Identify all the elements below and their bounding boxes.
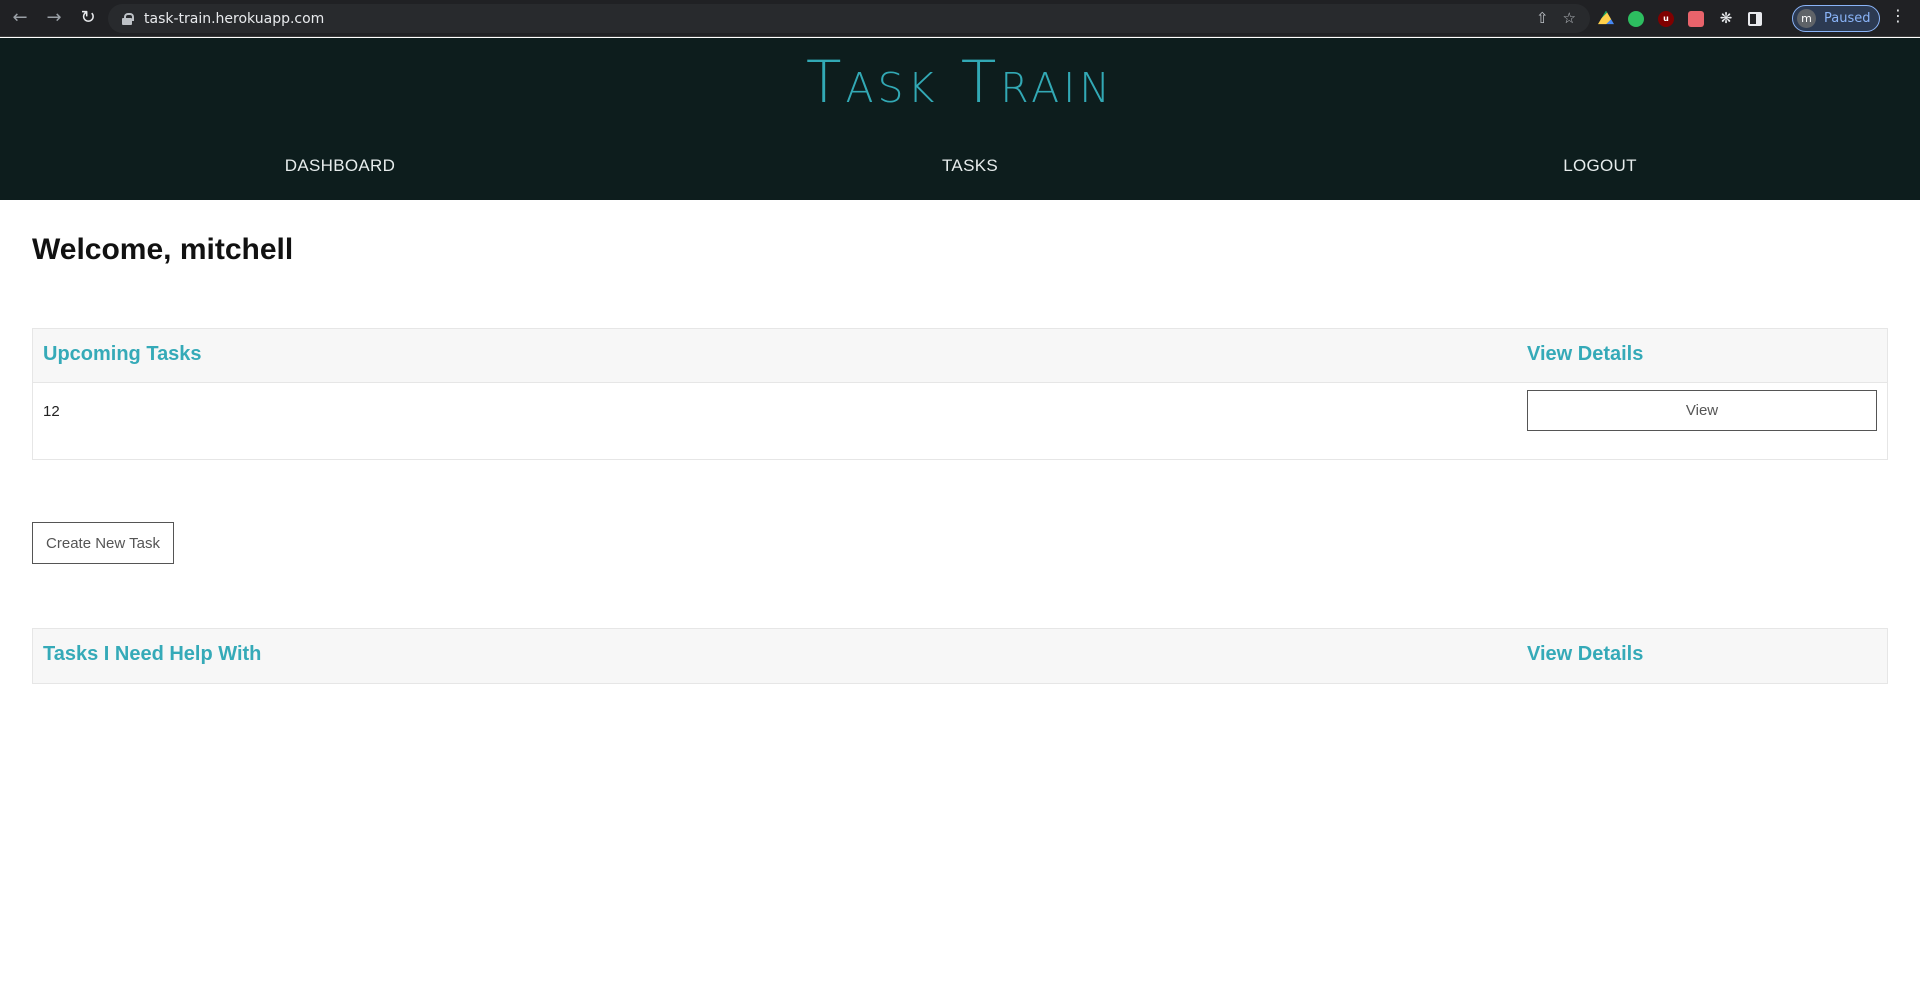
- side-panel-icon[interactable]: [1748, 11, 1762, 26]
- reload-icon[interactable]: ↻: [74, 4, 102, 32]
- google-drive-icon[interactable]: [1598, 10, 1614, 25]
- ublock-icon[interactable]: u: [1658, 10, 1674, 27]
- create-new-task-button[interactable]: Create New Task: [32, 522, 174, 564]
- main-nav: DASHBOARD TASKS LOGOUT: [0, 156, 1920, 186]
- nav-logout[interactable]: LOGOUT: [1563, 156, 1637, 176]
- help-tasks-heading: Tasks I Need Help With: [43, 643, 262, 665]
- extensions-puzzle-icon[interactable]: ❋: [1718, 11, 1734, 27]
- avatar: m: [1797, 9, 1816, 28]
- forward-icon[interactable]: →: [40, 4, 68, 32]
- upcoming-tasks-heading: Upcoming Tasks: [43, 343, 202, 365]
- evernote-icon[interactable]: [1628, 10, 1644, 27]
- profile-status: Paused: [1824, 11, 1871, 26]
- site-logo[interactable]: Task Train: [0, 48, 1920, 116]
- upcoming-tasks-header: Upcoming Tasks View Details: [33, 329, 1887, 383]
- nav-tasks[interactable]: TASKS: [942, 156, 998, 176]
- nav-dashboard[interactable]: DASHBOARD: [285, 156, 395, 176]
- address-bar[interactable]: task-train.herokuapp.com ⇧ ☆: [108, 4, 1590, 33]
- upcoming-task-count: 12: [43, 403, 60, 420]
- share-icon[interactable]: ⇧: [1536, 11, 1549, 26]
- url-text[interactable]: task-train.herokuapp.com: [144, 11, 324, 27]
- table-row: 12 View: [33, 383, 1887, 459]
- site-header: Task Train DASHBOARD TASKS LOGOUT: [0, 38, 1920, 200]
- browser-toolbar: ← → ↻ task-train.herokuapp.com ⇧ ☆ u ❋ m…: [0, 0, 1920, 37]
- view-button[interactable]: View: [1527, 390, 1877, 431]
- bookmark-star-icon[interactable]: ☆: [1563, 11, 1576, 26]
- kebab-menu-icon[interactable]: ⋮: [1890, 8, 1906, 24]
- help-tasks-header: Tasks I Need Help With View Details: [33, 629, 1887, 683]
- profile-button[interactable]: m Paused: [1792, 5, 1880, 32]
- lock-icon[interactable]: [122, 12, 134, 25]
- view-details-heading: View Details: [1527, 643, 1644, 665]
- extension-icon[interactable]: [1688, 10, 1704, 27]
- upcoming-tasks-panel: Upcoming Tasks View Details 12 View: [32, 328, 1888, 460]
- view-details-heading: View Details: [1527, 343, 1644, 365]
- extensions-bar: u ❋: [1598, 0, 1762, 37]
- back-icon[interactable]: ←: [6, 4, 34, 32]
- welcome-heading: Welcome, mitchell: [32, 233, 294, 266]
- help-tasks-panel: Tasks I Need Help With View Details: [32, 628, 1888, 684]
